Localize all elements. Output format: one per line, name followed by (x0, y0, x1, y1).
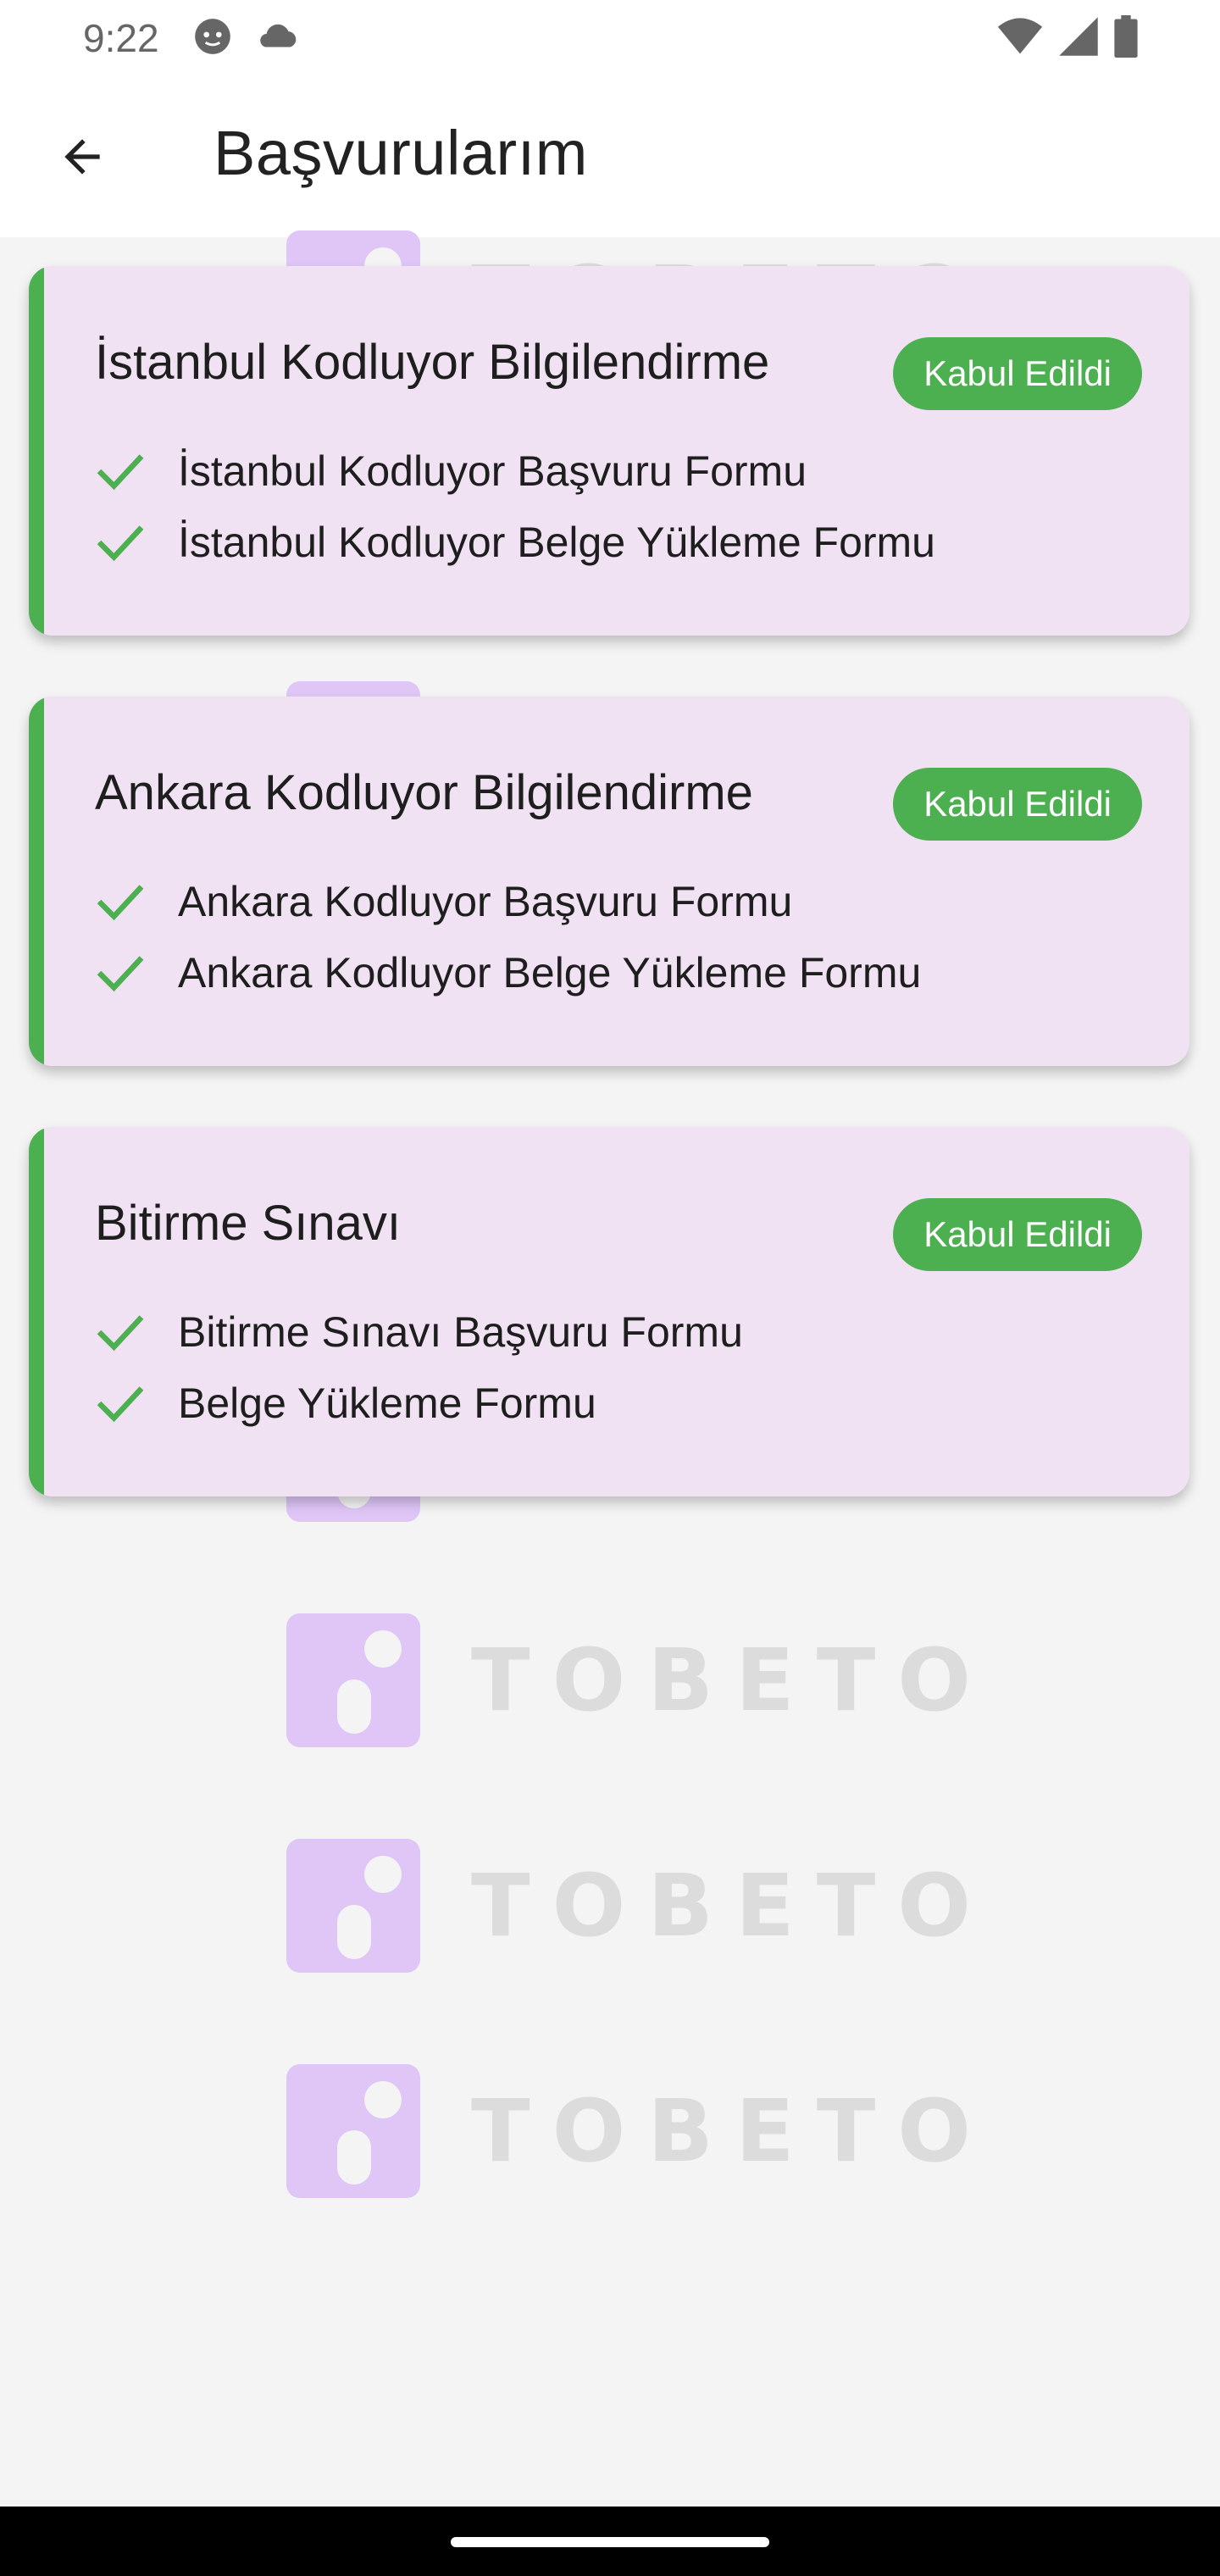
tobeto-watermark: TOBETO (286, 1839, 993, 1973)
back-button[interactable] (44, 120, 120, 197)
check-icon (95, 947, 163, 998)
tobeto-watermark: TOBETO (286, 1613, 993, 1747)
home-gesture-handle[interactable] (451, 2537, 769, 2547)
form-item: Belge Yükleme Formu (95, 1368, 743, 1439)
status-bar: 9:22 (0, 0, 1220, 73)
form-label: Bitirme Sınavı Başvuru Formu (178, 1308, 743, 1356)
form-item: Ankara Kodluyor Başvuru Formu (95, 866, 921, 937)
application-card[interactable]: İstanbul Kodluyor Bilgilendirme Kabul Ed… (29, 266, 1190, 636)
application-title: İstanbul Kodluyor Bilgilendirme (95, 335, 770, 390)
application-title: Bitirme Sınavı (95, 1196, 401, 1251)
form-item: İstanbul Kodluyor Belge Yükleme Formu (95, 507, 935, 578)
arrow-left-icon (56, 130, 108, 187)
application-card[interactable]: Bitirme Sınavı Kabul Edildi Bitirme Sına… (29, 1127, 1190, 1496)
form-item: Ankara Kodluyor Belge Yükleme Formu (95, 937, 921, 1008)
check-icon (95, 1307, 163, 1357)
form-label: Belge Yükleme Formu (178, 1380, 596, 1427)
status-stripe (29, 697, 44, 1066)
signal-icon (1057, 15, 1100, 62)
face-icon (191, 15, 234, 62)
status-badge: Kabul Edildi (893, 337, 1142, 410)
form-list: Ankara Kodluyor Başvuru Formu Ankara Kod… (95, 866, 921, 1008)
form-label: Ankara Kodluyor Belge Yükleme Formu (178, 949, 922, 997)
application-title: Ankara Kodluyor Bilgilendirme (95, 765, 753, 820)
check-icon (95, 1378, 163, 1429)
form-label: İstanbul Kodluyor Belge Yükleme Formu (178, 519, 935, 566)
form-label: İstanbul Kodluyor Başvuru Formu (178, 447, 807, 495)
tobeto-watermark-text: TOBETO (471, 1629, 993, 1731)
tobeto-watermark: TOBETO (286, 2064, 993, 2198)
status-time: 9:22 (83, 16, 159, 60)
status-stripe (29, 1127, 44, 1496)
form-item: İstanbul Kodluyor Başvuru Formu (95, 436, 935, 507)
form-label: Ankara Kodluyor Başvuru Formu (178, 878, 793, 925)
wifi-icon (996, 15, 1044, 62)
status-stripe (29, 266, 44, 636)
tobeto-logo-icon (286, 2064, 420, 2198)
form-list: İstanbul Kodluyor Başvuru Formu İstanbul… (95, 436, 935, 578)
tobeto-watermark-text: TOBETO (471, 1855, 993, 1957)
check-icon (95, 446, 163, 497)
application-card[interactable]: Ankara Kodluyor Bilgilendirme Kabul Edil… (29, 697, 1190, 1066)
cloud-icon (254, 15, 302, 62)
battery-icon (1113, 15, 1139, 62)
check-icon (95, 517, 163, 568)
app-bar: Başvurularım (0, 73, 1220, 237)
status-badge: Kabul Edildi (893, 768, 1142, 841)
status-badge: Kabul Edildi (893, 1198, 1142, 1271)
page-title: Başvurularım (214, 118, 588, 188)
navigation-bar (0, 2507, 1220, 2576)
tobeto-logo-icon (286, 1613, 420, 1747)
form-item: Bitirme Sınavı Başvuru Formu (95, 1296, 743, 1368)
form-list: Bitirme Sınavı Başvuru Formu Belge Yükle… (95, 1296, 743, 1439)
tobeto-watermark-text: TOBETO (471, 2080, 993, 2182)
tobeto-logo-icon (286, 1839, 420, 1973)
check-icon (95, 876, 163, 927)
